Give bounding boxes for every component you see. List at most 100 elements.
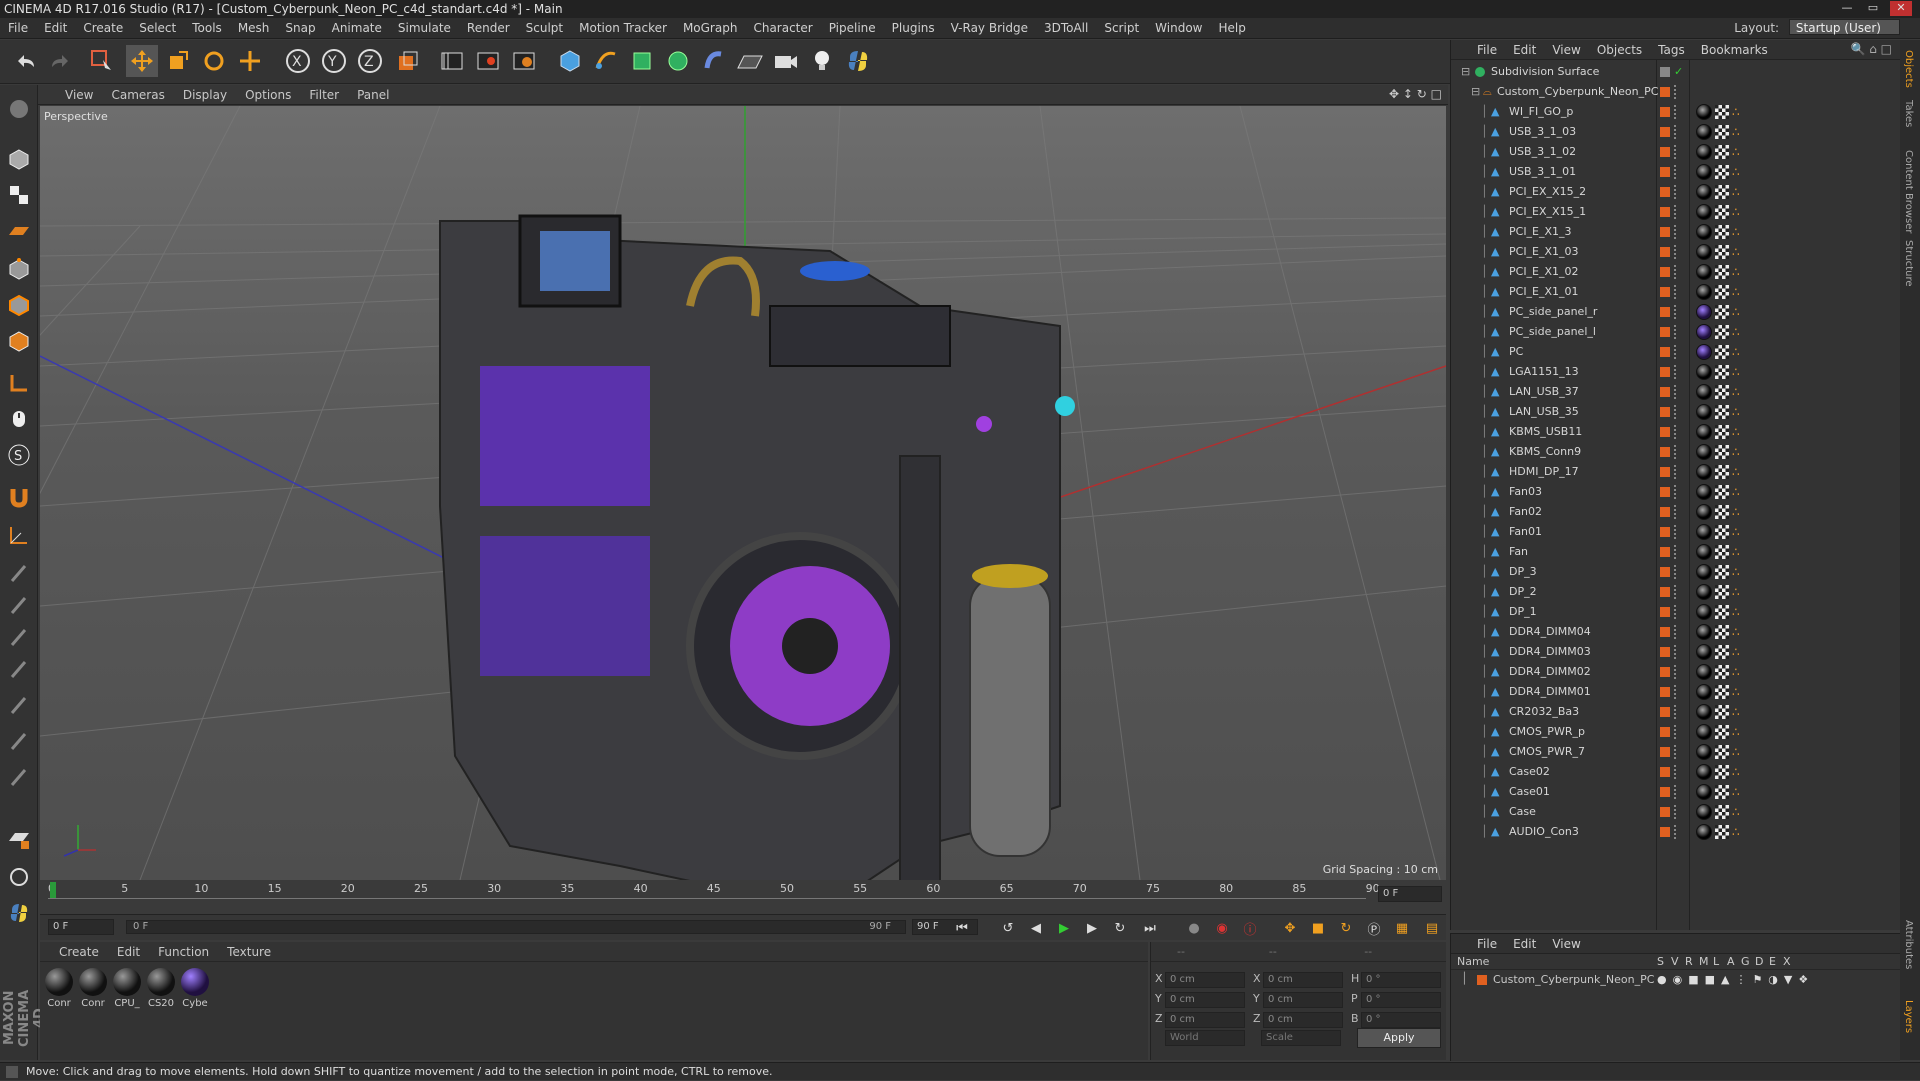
texture-tag-icon[interactable] [1715,265,1729,279]
coord-pos-field[interactable]: 0 cm [1165,992,1245,1008]
visibility-toggle[interactable] [1674,165,1678,179]
viewport-nav-icons[interactable]: ✥ ↕ ↻ □ [1389,87,1442,101]
next-key-icon[interactable]: ↻ [1110,918,1130,938]
go-to-start-icon[interactable]: ⏮ [952,918,972,938]
next-frame-icon[interactable]: ▶ [1082,918,1102,938]
coord-rot-field[interactable]: 0 ° [1361,992,1441,1008]
menu-tools[interactable]: Tools [184,18,230,39]
menu-character[interactable]: Character [745,18,820,39]
visibility-toggle[interactable] [1674,525,1678,539]
material-tag-icon[interactable] [1696,264,1712,280]
deformer-icon[interactable] [698,45,730,77]
material-tag-icon[interactable] [1696,364,1712,380]
lock-workplane-icon[interactable] [3,823,35,855]
menu-v-ray-bridge[interactable]: V-Ray Bridge [943,18,1036,39]
object-row[interactable]: │ ▲ KBMS_Conn9 ∴ [1451,442,1901,462]
layer-flag-icons[interactable]: ●◉■■▲⋮⚑◑▼❖ [1657,973,1814,986]
right-tab-attributes[interactable]: Attributes [1903,920,1914,969]
visibility-toggle[interactable] [1674,245,1678,259]
move-tool-icon[interactable] [126,45,158,77]
phong-tag-icon[interactable]: ∴ [1732,726,1744,738]
viewport-perspective[interactable]: Perspective Grid Spacing : 10 cm [40,106,1446,880]
material-swatch[interactable]: Conr [78,968,108,1009]
phong-tag-icon[interactable]: ∴ [1732,306,1744,318]
visibility-toggle[interactable] [1674,665,1678,679]
material-tag-icon[interactable] [1696,724,1712,740]
close-button[interactable]: ✕ [1890,1,1912,16]
object-row[interactable]: │ ▲ CMOS_PWR_p ∴ [1451,722,1901,742]
material-tag-icon[interactable] [1696,644,1712,660]
visibility-toggle[interactable] [1674,425,1678,439]
object-row[interactable]: │ ▲ CMOS_PWR_7 ∴ [1451,742,1901,762]
redo-icon[interactable] [44,45,76,77]
play-icon[interactable]: ▶ [1054,918,1074,938]
object-row-root[interactable]: ⊟ Subdivision Surface ✓ [1451,62,1901,82]
workplane-axis-icon[interactable] [3,519,35,551]
object-row[interactable]: │ ▲ USB_3_1_01 ∴ [1451,162,1901,182]
phong-tag-icon[interactable]: ∴ [1732,586,1744,598]
visibility-toggle[interactable] [1674,585,1678,599]
maximize-button[interactable]: ▭ [1862,1,1884,16]
visibility-toggle[interactable] [1674,265,1678,279]
menu-help[interactable]: Help [1210,18,1253,39]
coord-size-field[interactable]: 0 cm [1263,972,1343,988]
phong-tag-icon[interactable]: ∴ [1732,786,1744,798]
sculpt-brush-3-icon[interactable] [3,621,35,653]
material-tag-icon[interactable] [1696,244,1712,260]
texture-tag-icon[interactable] [1715,185,1729,199]
visibility-toggle[interactable] [1674,405,1678,419]
x-axis-lock-icon[interactable]: X [282,45,314,77]
material-tag-icon[interactable] [1696,164,1712,180]
material-tag-icon[interactable] [1696,624,1712,640]
point-level-key-icon[interactable]: ▦ [1392,918,1412,938]
material-tag-icon[interactable] [1696,304,1712,320]
object-menu-view[interactable]: View [1544,40,1588,60]
phong-tag-icon[interactable]: ∴ [1732,826,1744,838]
object-row[interactable]: │ ▲ PCI_EX_X15_1 ∴ [1451,202,1901,222]
visibility-toggle[interactable] [1674,345,1678,359]
texture-tag-icon[interactable] [1715,545,1729,559]
material-tag-icon[interactable] [1696,704,1712,720]
material-tag-icon[interactable] [1696,684,1712,700]
layout-dropdown[interactable]: Startup (User) [1788,19,1900,35]
visibility-toggle[interactable] [1674,205,1678,219]
sculpt-brush-1-icon[interactable] [3,557,35,589]
material-swatch[interactable]: CS20 [146,968,176,1009]
object-row[interactable]: │ ▲ Case ∴ [1451,802,1901,822]
texture-tag-icon[interactable] [1715,425,1729,439]
cloner-icon[interactable] [662,45,694,77]
menu-edit[interactable]: Edit [36,18,75,39]
object-row[interactable]: │ ▲ Fan ∴ [1451,542,1901,562]
menu-snap[interactable]: Snap [277,18,323,39]
menu-mesh[interactable]: Mesh [230,18,278,39]
sculpt-brush-7-icon[interactable] [3,761,35,793]
phong-tag-icon[interactable]: ∴ [1732,186,1744,198]
material-tag-icon[interactable] [1696,744,1712,760]
viewport-menu-cameras[interactable]: Cameras [102,85,173,105]
phong-tag-icon[interactable]: ∴ [1732,666,1744,678]
texture-tag-icon[interactable] [1715,645,1729,659]
material-tag-icon[interactable] [1696,344,1712,360]
texture-tag-icon[interactable] [1715,565,1729,579]
object-row[interactable]: │ ▲ DP_3 ∴ [1451,562,1901,582]
texture-tag-icon[interactable] [1715,705,1729,719]
sculpt-brush-2-icon[interactable] [3,589,35,621]
coord-pos-field[interactable]: 0 cm [1165,1012,1245,1028]
material-tag-icon[interactable] [1696,484,1712,500]
sculpt-brush-6-icon[interactable] [3,725,35,757]
texture-tag-icon[interactable] [1715,485,1729,499]
object-row[interactable]: │ ▲ LAN_USB_37 ∴ [1451,382,1901,402]
object-row[interactable]: │ ▲ DP_1 ∴ [1451,602,1901,622]
points-mode-icon[interactable] [3,253,35,285]
pen-spline-icon[interactable] [590,45,622,77]
position-key-icon[interactable]: ✥ [1280,918,1300,938]
object-row[interactable]: │ ▲ PC_side_panel_r ∴ [1451,302,1901,322]
visibility-toggle[interactable] [1674,445,1678,459]
viewport-menu-display[interactable]: Display [174,85,236,105]
start-frame-field[interactable]: 0 F [48,919,114,935]
object-row[interactable]: │ ▲ PCI_E_X1_03 ∴ [1451,242,1901,262]
phong-tag-icon[interactable]: ∴ [1732,526,1744,538]
tweak-mode-icon[interactable] [3,403,35,435]
rotate-tool-icon[interactable] [198,45,230,77]
object-row[interactable]: │ ▲ PCI_E_X1_3 ∴ [1451,222,1901,242]
